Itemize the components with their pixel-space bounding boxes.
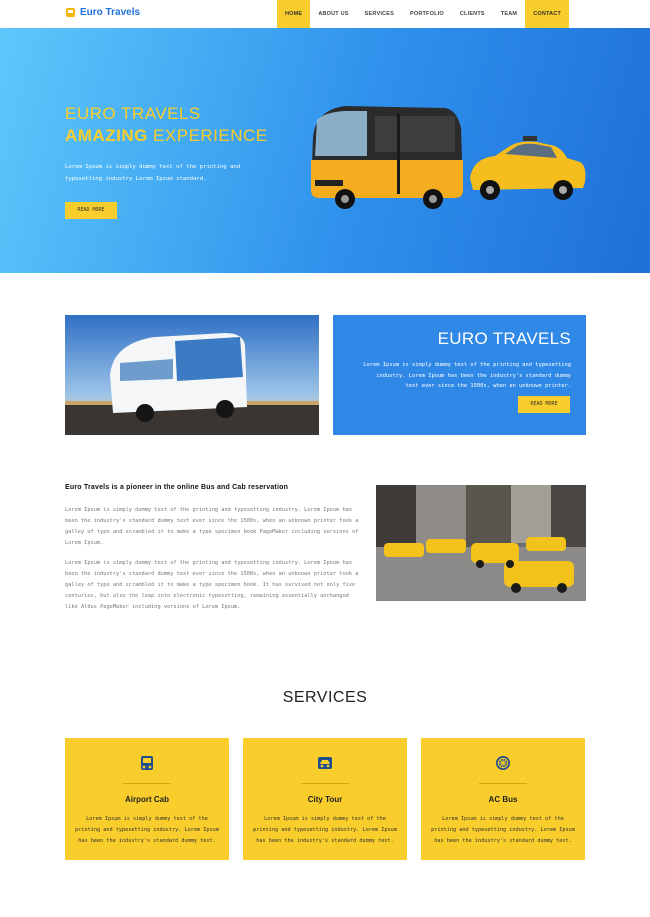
service-divider [123,783,171,784]
about-paragraph-2: Lorem Ipsum is simply dummy text of the … [65,560,359,610]
nav-portfolio[interactable]: PORTFOLIO [402,0,452,28]
hero-read-more-button[interactable]: READ MORE [65,202,117,219]
city-taxis-photo [376,485,586,601]
top-navbar: Euro Travels HOME ABOUT US SERVICES PORT… [0,0,650,28]
service-text: Lorem Ipsum is simply dummy text of the … [253,816,397,844]
car-icon [318,757,332,769]
intro-text: Lorem Ipsum is simply dummy text of the … [363,362,571,389]
hero-bus-and-taxi-image [311,106,586,209]
white-bus-photo [65,315,319,435]
about-heading: Euro Travels is a pioneer in the online … [65,484,289,491]
white-bus-image [65,315,319,435]
about-paragraph-1: Lorem Ipsum is simply dummy text of the … [65,507,359,546]
fan-icon [496,756,510,770]
nav-team[interactable]: TEAM [493,0,525,28]
services-title: SERVICES [282,689,368,706]
hero-bus-illustration [311,106,463,209]
hero-banner: EURO TRAVELS AMAZING EXPERIENCE Lorem Ip… [0,28,650,273]
hero-title-rest: EXPERIENCE [147,126,268,145]
brand-logo[interactable]: Euro Travels [66,7,140,18]
nav-services[interactable]: SERVICES [357,0,402,28]
intro-title: EURO TRAVELS [437,329,571,348]
brand-name: Euro Travels [80,7,141,18]
service-card-airport-cab[interactable]: Airport Cab Lorem Ipsum is simply dummy … [65,738,229,860]
service-divider [479,783,527,784]
main-menu: HOME ABOUT US SERVICES PORTFOLIO CLIENTS… [277,0,570,28]
service-text: Lorem Ipsum is simply dummy text of the … [75,816,219,844]
intro-read-more-button[interactable]: READ MORE [518,396,570,413]
service-name: City Tour [307,795,343,804]
city-taxis-image [376,485,586,601]
service-card-city-tour[interactable]: City Tour Lorem Ipsum is simply dummy te… [243,738,407,860]
hero-taxi-illustration [470,136,586,200]
nav-about-us[interactable]: ABOUT US [310,0,356,28]
nav-clients[interactable]: CLIENTS [452,0,493,28]
service-name: AC Bus [488,795,518,804]
hero-title-line1: EURO TRAVELS [65,104,201,123]
hero-description: Lorem Ipsum is simply dummy text of the … [65,164,241,182]
nav-home[interactable]: HOME [277,0,311,28]
service-text: Lorem Ipsum is simply dummy text of the … [431,816,575,844]
hero-title-bold: AMAZING [65,126,148,145]
cab-icon [141,756,153,770]
nav-contact[interactable]: CONTACT [525,0,570,28]
service-card-ac-bus[interactable]: AC Bus Lorem Ipsum is simply dummy text … [421,738,585,860]
service-name: Airport Cab [125,795,169,804]
intro-card: EURO TRAVELS Lorem Ipsum is simply dummy… [333,315,586,435]
service-divider [301,783,349,784]
bus-logo-icon [66,8,75,17]
hero-title-line2: AMAZING EXPERIENCE [65,126,268,146]
